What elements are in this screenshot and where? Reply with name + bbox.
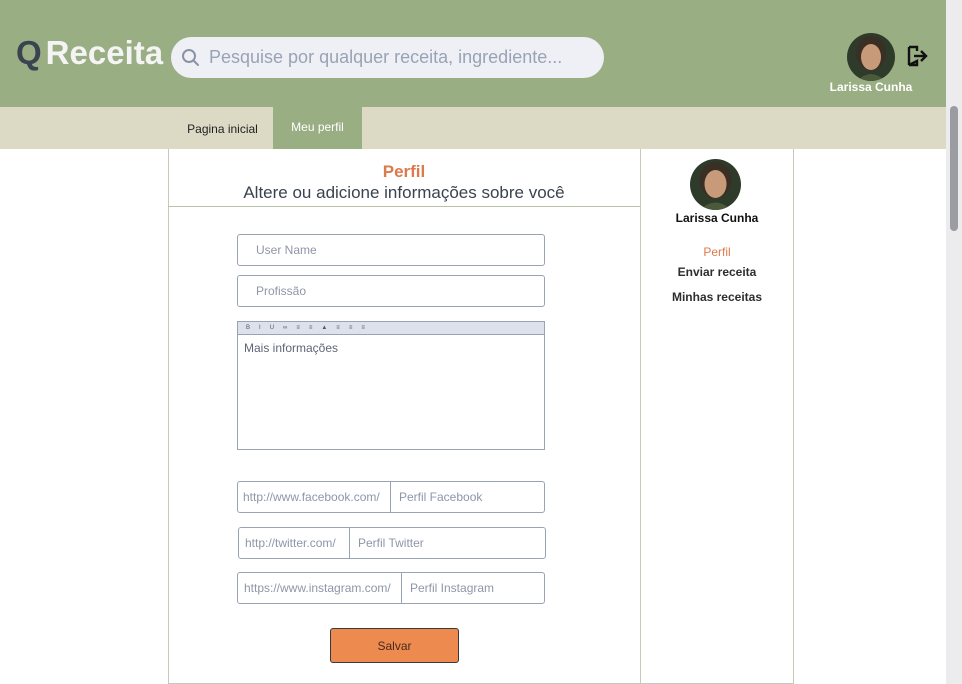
tab-my-profile[interactable]: Meu perfil — [273, 107, 362, 149]
save-button[interactable]: Salvar — [330, 628, 459, 663]
sidebar-item-my-recipes[interactable]: Minhas receitas — [640, 290, 794, 304]
card-divider — [640, 149, 641, 684]
header-username: Larissa Cunha — [829, 80, 913, 94]
avatar-image — [690, 159, 741, 210]
title-divider — [168, 206, 640, 207]
avatar[interactable] — [847, 33, 895, 81]
tab-home[interactable]: Pagina inicial — [172, 107, 273, 149]
facebook-input[interactable]: Perfil Facebook — [391, 482, 544, 512]
search-icon — [182, 48, 199, 66]
list-icon[interactable]: ≡ — [296, 325, 300, 331]
editor-placeholder[interactable]: Mais informações — [238, 335, 544, 361]
twitter-input[interactable]: Perfil Twitter — [350, 528, 545, 558]
page-title: Perfil — [382, 162, 426, 181]
top-header: Q Receita Larissa Cunha — [0, 0, 946, 107]
align-center-icon[interactable]: ≡ — [349, 325, 353, 331]
editor-toolbar: B I U ∞ ≡ ≡ ▲ ≡ ≡ ≡ — [238, 322, 544, 335]
facebook-field[interactable]: http://www.facebook.com/ Perfil Facebook — [237, 481, 545, 513]
align-left-icon[interactable]: ≡ — [336, 325, 340, 331]
align-right-icon[interactable]: ≡ — [361, 325, 365, 331]
logo-q: Q — [16, 34, 42, 71]
search-input[interactable] — [209, 47, 589, 68]
username-field[interactable]: User Name — [237, 234, 545, 266]
underline-icon[interactable]: U — [270, 325, 274, 331]
page-subtitle: Altere ou adicione informações sobre voc… — [243, 183, 565, 202]
scrollbar-thumb[interactable] — [950, 106, 958, 231]
avatar-image — [847, 33, 895, 81]
twitter-prefix: http://twitter.com/ — [239, 528, 350, 558]
logout-icon[interactable] — [905, 44, 929, 68]
numbered-list-icon[interactable]: ≡ — [309, 325, 313, 331]
image-icon[interactable]: ▲ — [321, 325, 327, 331]
bold-icon[interactable]: B — [246, 325, 250, 331]
page: Q Receita Larissa Cunha — [0, 0, 962, 684]
facebook-prefix: http://www.facebook.com/ — [238, 482, 391, 512]
instagram-input[interactable]: Perfil Instagram — [402, 573, 544, 603]
sidebar-item-profile[interactable]: Perfil — [640, 245, 794, 259]
italic-icon[interactable]: I — [259, 325, 261, 331]
link-icon[interactable]: ∞ — [283, 325, 287, 331]
search-bar[interactable] — [171, 37, 604, 78]
instagram-field[interactable]: https://www.instagram.com/ Perfil Instag… — [237, 572, 545, 604]
instagram-prefix: https://www.instagram.com/ — [238, 573, 402, 603]
sidebar-item-send-recipe[interactable]: Enviar receita — [640, 265, 794, 279]
scrollbar-track[interactable] — [946, 0, 962, 684]
sidebar-username: Larissa Cunha — [675, 211, 759, 225]
sidebar-avatar — [690, 159, 741, 210]
app-logo[interactable]: Q Receita — [16, 34, 163, 72]
profession-field[interactable]: Profissão — [237, 275, 545, 307]
tab-bar: Pagina inicial Meu perfil — [0, 107, 946, 149]
logo-name: Receita — [45, 34, 164, 71]
rich-text-editor[interactable]: B I U ∞ ≡ ≡ ▲ ≡ ≡ ≡ Mais informações — [237, 321, 545, 450]
twitter-field[interactable]: http://twitter.com/ Perfil Twitter — [238, 527, 546, 559]
